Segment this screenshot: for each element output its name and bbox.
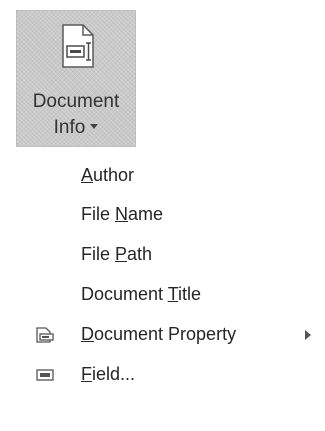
- chevron-down-icon: [90, 124, 99, 130]
- menu-item-file-name[interactable]: File Name: [0, 195, 325, 235]
- document-info-screenshot: Document Info Author File Name File Path…: [0, 0, 325, 431]
- menu-item-document-property-label: Document Property: [81, 324, 237, 344]
- menu-item-file-path-label: File Path: [81, 244, 153, 264]
- document-info-button[interactable]: Document Info: [16, 10, 136, 147]
- menu-item-author[interactable]: Author: [0, 156, 325, 196]
- menu-item-author-label: Author: [81, 165, 135, 185]
- document-info-icon: [62, 24, 94, 68]
- menu-item-document-title-label: Document Title: [81, 284, 202, 304]
- info-label: Info: [53, 117, 86, 138]
- menu-item-document-property[interactable]: Document Property: [0, 315, 325, 355]
- document-info-label: Document: [32, 91, 120, 112]
- field-icon: [36, 369, 54, 381]
- document-info-label-line2: Info: [17, 117, 135, 139]
- chevron-right-icon: [305, 330, 311, 340]
- menu-item-field[interactable]: Field...: [0, 355, 325, 395]
- document-property-icon: [36, 327, 54, 343]
- menu-item-file-name-label: File Name: [81, 204, 164, 224]
- menu-item-file-path[interactable]: File Path: [0, 235, 325, 275]
- menu-item-field-label: Field...: [81, 364, 136, 384]
- menu-item-document-title[interactable]: Document Title: [0, 275, 325, 315]
